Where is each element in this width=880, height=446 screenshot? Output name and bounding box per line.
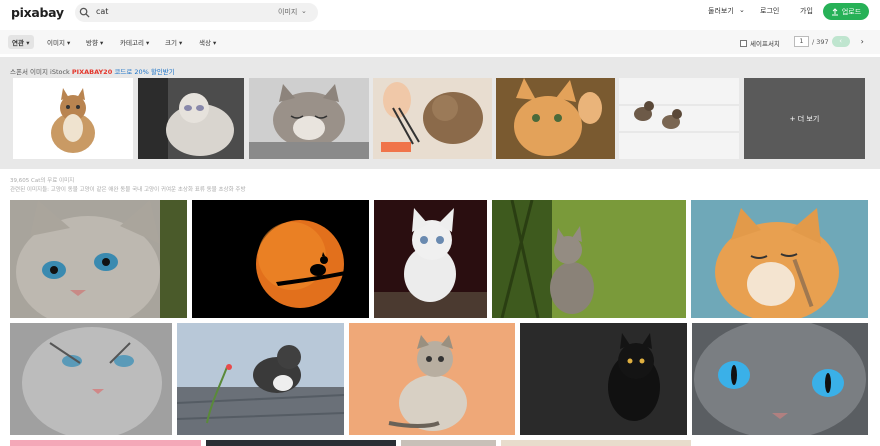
filter-category[interactable]: 카테고리 ▾ <box>120 37 149 47</box>
sponsored-title: 스폰서 이미지 iStock PIXABAY20 코드로 20% 할인받기 <box>10 68 175 76</box>
result-photo[interactable] <box>192 200 369 318</box>
safesearch-checkbox[interactable] <box>740 39 747 47</box>
related-tags[interactable]: 관련된 이미지들: 고양이 동물 고양이 같은 애완 동물 국내 고양이 귀여운… <box>10 185 246 193</box>
explore-menu[interactable]: 둘러보기 <box>708 6 734 16</box>
page-input[interactable]: 1 <box>794 36 809 47</box>
pagination: 1 / 397 ‹ › <box>794 36 864 47</box>
result-photo[interactable] <box>10 200 187 318</box>
sponsored-thumb[interactable] <box>619 78 739 159</box>
prev-page-button[interactable]: ‹ <box>831 36 850 47</box>
filter-relevance[interactable]: 연관 ▾ <box>8 35 34 49</box>
sponsored-thumb[interactable] <box>373 78 492 159</box>
next-page-icon[interactable]: › <box>861 37 864 46</box>
search-input[interactable]: cat <box>96 7 108 16</box>
sponsored-thumb[interactable] <box>138 78 244 159</box>
sponsored-section: 스폰서 이미지 iStock PIXABAY20 코드로 20% 할인받기 + … <box>0 57 880 169</box>
safesearch-toggle[interactable]: 세이프서치 <box>740 38 780 48</box>
filter-color[interactable]: 색상 ▾ <box>199 37 216 47</box>
top-header: pixabay cat 이미지 ⌄ 둘러보기 ⌄ 로그인 가입 업로드 <box>0 0 880 25</box>
pixabay-logo[interactable]: pixabay <box>11 5 64 20</box>
sponsored-thumb[interactable] <box>13 78 133 159</box>
login-link[interactable]: 로그인 <box>760 6 779 16</box>
result-photo[interactable] <box>401 440 496 446</box>
result-photo[interactable] <box>501 440 691 446</box>
filter-size[interactable]: 크기 ▾ <box>165 37 182 47</box>
result-photo[interactable] <box>206 440 396 446</box>
search-bar[interactable]: cat 이미지 ⌄ <box>75 3 318 22</box>
result-photo[interactable] <box>349 323 515 435</box>
page-total: / 397 <box>812 37 829 46</box>
filter-image-type[interactable]: 이미지 ▾ <box>47 37 70 47</box>
search-type-select[interactable]: 이미지 <box>278 7 297 17</box>
result-photo[interactable] <box>177 323 344 435</box>
result-photo[interactable] <box>374 200 487 318</box>
result-photo[interactable] <box>692 323 868 435</box>
result-photo[interactable] <box>492 200 686 318</box>
result-photo[interactable] <box>520 323 687 435</box>
search-icon <box>79 7 90 18</box>
result-photo[interactable] <box>691 200 868 318</box>
more-sponsored-button[interactable]: + 더 보기 <box>744 78 865 159</box>
sponsored-thumb[interactable] <box>496 78 615 159</box>
promo-link[interactable]: 코드로 20% 할인받기 <box>114 68 174 76</box>
chevron-down-icon: ⌄ <box>301 7 307 15</box>
sponsored-thumb[interactable] <box>249 78 369 159</box>
upload-button[interactable]: 업로드 <box>823 3 869 20</box>
result-photo[interactable] <box>10 323 172 435</box>
join-link[interactable]: 가입 <box>800 6 813 16</box>
promo-code: PIXABAY20 <box>71 68 113 76</box>
result-photo[interactable] <box>10 440 201 446</box>
upload-icon <box>831 7 838 15</box>
filter-bar: 연관 ▾ 이미지 ▾ 방향 ▾ 카테고리 ▾ 크기 ▾ 색상 ▾ 세이프서치 1… <box>0 30 880 54</box>
chevron-down-icon: ⌄ <box>739 6 745 14</box>
results-count: 39,605 Cat의 무료 이미지 <box>10 178 75 184</box>
filter-orientation[interactable]: 방향 ▾ <box>86 37 103 47</box>
